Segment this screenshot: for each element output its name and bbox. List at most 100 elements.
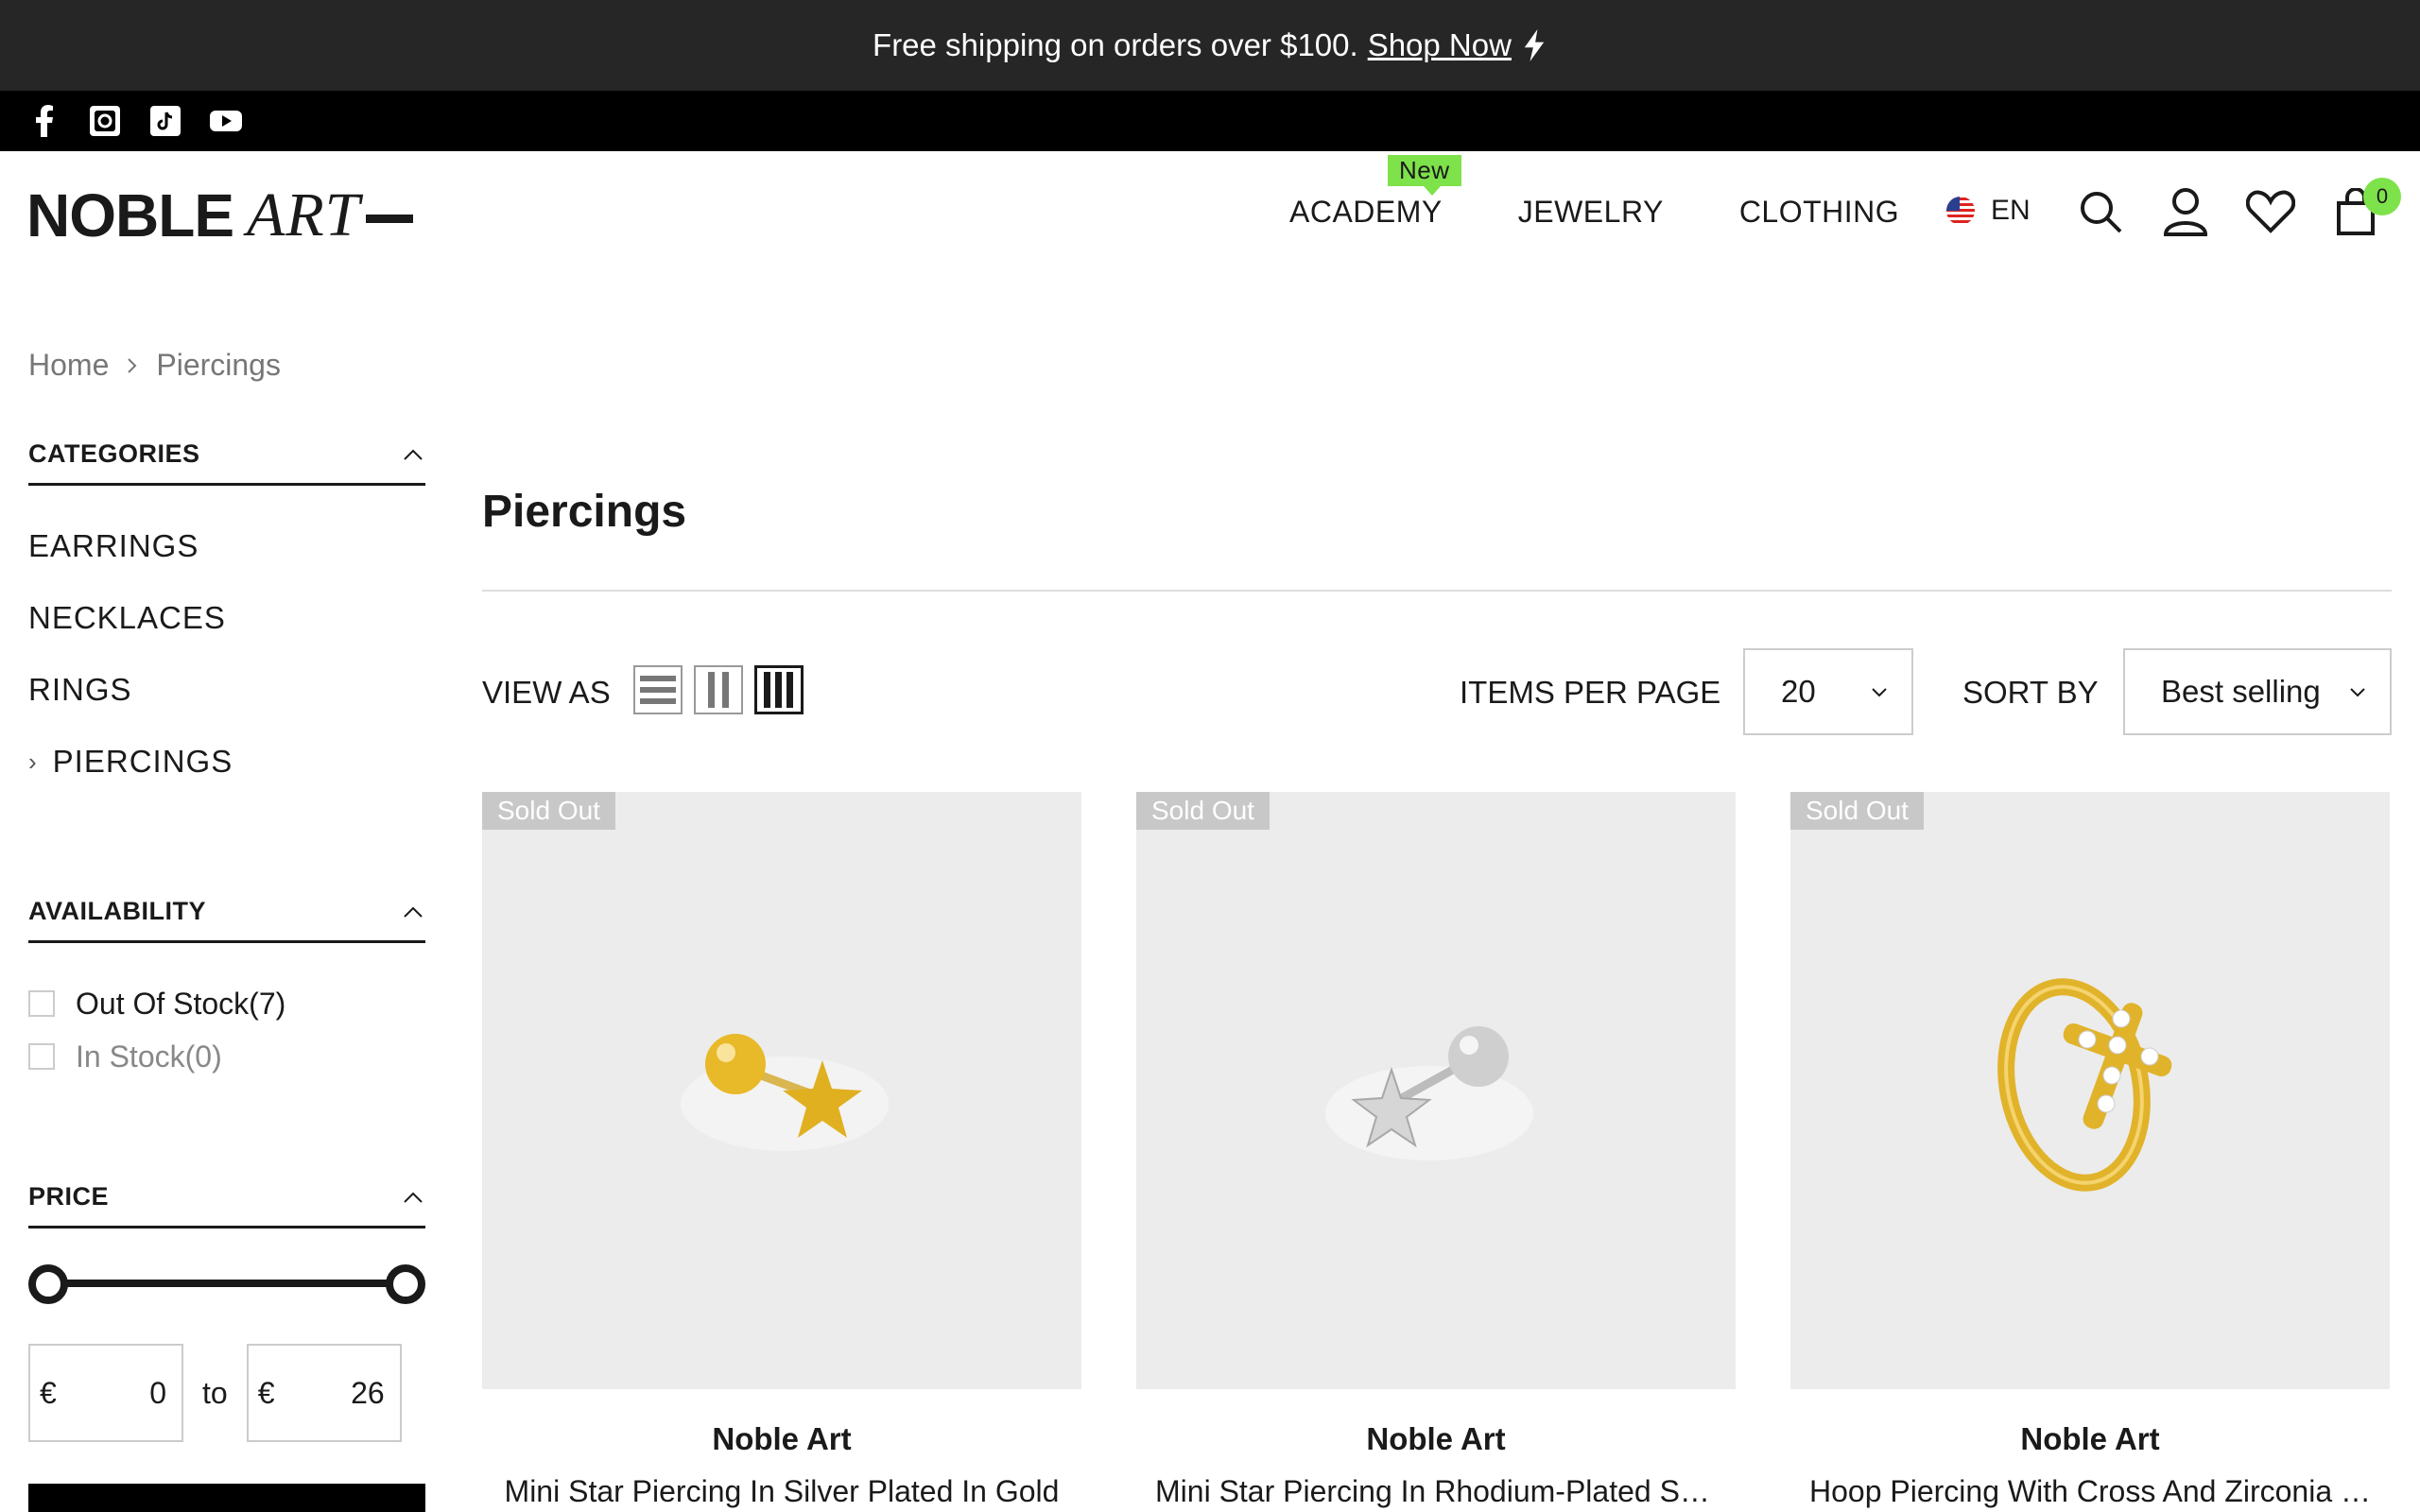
tiktok-icon[interactable]	[149, 105, 182, 137]
nav-clothing-label: CLOTHING	[1738, 195, 1900, 229]
availability-header[interactable]: AVAILABILITY	[28, 883, 425, 943]
slider-min-handle[interactable]	[28, 1264, 68, 1304]
cart-icon[interactable]: 0	[2329, 178, 2401, 238]
grid-2-view-icon[interactable]	[694, 665, 743, 714]
main-nav: New ACADEMY JEWELRY CLOTHING	[1289, 155, 1975, 230]
shop-now-link[interactable]: Shop Now	[1368, 27, 1512, 63]
product-image[interactable]: Sold Out	[1136, 792, 1736, 1389]
availability-options: Out Of Stock(7) In Stock(0)	[28, 943, 425, 1083]
checkbox-label: Out Of Stock(7)	[76, 986, 286, 1021]
category-necklaces[interactable]: NECKLACES	[28, 582, 425, 654]
product-card[interactable]: Sold Out Noble Art Mini Star Piercing In…	[482, 792, 1081, 1509]
gold-star-piercing-image	[681, 1034, 889, 1151]
language-selector[interactable]: EN	[1945, 195, 2031, 227]
in-stock-checkbox[interactable]: In Stock(0)	[28, 1030, 425, 1083]
breadcrumb: Home Piercings	[28, 348, 281, 383]
chevron-up-icon	[404, 1192, 423, 1203]
search-icon[interactable]	[2074, 185, 2127, 238]
price-min-input[interactable]: € 0	[28, 1344, 183, 1442]
product-name[interactable]: Hoop Piercing With Cross And Zirconia In…	[1790, 1474, 2390, 1509]
new-badge: New	[1388, 155, 1461, 196]
collection-toolbar: VIEW AS ITEMS PER PAGE 20 SORT BY Best s…	[482, 648, 2392, 735]
out-of-stock-checkbox[interactable]: Out Of Stock(7)	[28, 977, 425, 1030]
logo-text: NOBLE	[26, 181, 234, 249]
silver-star-piercing-image	[1325, 1026, 1533, 1160]
site-logo[interactable]: NOBLE ART	[26, 180, 414, 251]
price-header[interactable]: PRICE	[28, 1168, 425, 1228]
announcement-text: Free shipping on orders over $100.	[873, 27, 1358, 62]
category-list: EARRINGS NECKLACES RINGS › PIERCINGS	[28, 486, 425, 798]
language-label: EN	[1991, 195, 2031, 226]
chevron-up-icon	[404, 449, 423, 460]
view-switcher	[633, 665, 804, 714]
chevron-down-icon	[2350, 688, 2365, 697]
sort-by-value: Best selling	[2161, 674, 2321, 709]
header-icons: 0	[2074, 178, 2401, 238]
category-label: NECKLACES	[28, 600, 226, 635]
product-brand: Noble Art	[2020, 1421, 2160, 1456]
sort-by-select[interactable]: Best selling	[2123, 648, 2392, 735]
price-max-value: 26	[351, 1375, 385, 1410]
chevron-right-icon: ›	[28, 747, 38, 776]
sort-by-label: SORT BY	[1962, 675, 2099, 710]
site-header: NOBLE ART New ACADEMY JEWELRY CLOTHING E…	[0, 151, 2420, 274]
currency-symbol: €	[257, 1375, 275, 1410]
filter-sidebar: CATEGORIES EARRINGS NECKLACES RINGS › PIE…	[28, 425, 425, 1512]
product-image[interactable]: Sold Out	[1790, 792, 2390, 1389]
nav-academy[interactable]: New ACADEMY	[1289, 155, 1461, 230]
category-piercings[interactable]: › PIERCINGS	[28, 726, 425, 798]
price-title: PRICE	[28, 1182, 110, 1211]
divider	[482, 590, 2392, 592]
items-per-page-select[interactable]: 20	[1743, 648, 1913, 735]
availability-title: AVAILABILITY	[28, 897, 206, 925]
wishlist-heart-icon[interactable]	[2244, 185, 2297, 238]
price-max-input[interactable]: € 26	[246, 1344, 402, 1442]
items-per-page-value: 20	[1781, 674, 1816, 709]
instagram-icon[interactable]	[89, 105, 121, 137]
category-earrings[interactable]: EARRINGS	[28, 510, 425, 582]
category-label: EARRINGS	[28, 528, 199, 563]
chevron-up-icon	[404, 906, 423, 918]
filter-button[interactable]	[28, 1484, 425, 1512]
grid-3-view-icon[interactable]	[754, 665, 804, 714]
product-brand: Noble Art	[1366, 1421, 1506, 1456]
product-name[interactable]: Mini Star Piercing In Rhodium-Plated Sil…	[1136, 1474, 1736, 1509]
breadcrumb-current: Piercings	[156, 348, 281, 382]
nav-jewelry-label: JEWELRY	[1517, 195, 1664, 229]
nav-jewelry[interactable]: JEWELRY	[1518, 195, 1664, 230]
nav-academy-label: ACADEMY	[1289, 195, 1443, 229]
items-per-page-label: ITEMS PER PAGE	[1460, 675, 1721, 710]
product-image[interactable]: Sold Out	[482, 792, 1081, 1389]
product-name[interactable]: Mini Star Piercing In Silver Plated In G…	[482, 1474, 1081, 1509]
slider-max-handle[interactable]	[386, 1264, 425, 1304]
price-range-slider[interactable]	[28, 1264, 425, 1304]
social-bar	[0, 91, 2420, 151]
chevron-down-icon	[1872, 688, 1887, 697]
product-grid: Sold Out Noble Art Mini Star Piercing In…	[482, 792, 2392, 1509]
slider-track	[47, 1280, 406, 1287]
sold-out-badge: Sold Out	[1136, 792, 1270, 830]
nav-clothing[interactable]: CLOTHING	[1739, 195, 1899, 230]
logo-italic-text: ART	[247, 180, 361, 249]
account-icon[interactable]	[2159, 185, 2212, 238]
list-view-icon[interactable]	[633, 665, 683, 714]
category-label: RINGS	[28, 672, 132, 707]
sold-out-badge: Sold Out	[482, 792, 615, 830]
announcement-bar: Free shipping on orders over $100. Shop …	[0, 0, 2420, 91]
price-inputs: € 0 to € 26	[28, 1344, 425, 1442]
product-card[interactable]: Sold Out Noble Art Mini Star Piercing In…	[1136, 792, 1736, 1509]
categories-header[interactable]: CATEGORIES	[28, 425, 425, 486]
product-card[interactable]: Sold Out Noble Art Hoop Piercing With Cr…	[1790, 792, 2390, 1509]
category-rings[interactable]: RINGS	[28, 654, 425, 726]
currency-symbol: €	[40, 1375, 57, 1410]
chevron-right-icon	[128, 357, 137, 373]
categories-title: CATEGORIES	[28, 439, 200, 468]
logo-dash	[366, 214, 414, 223]
checkbox-box[interactable]	[28, 990, 55, 1017]
checkbox-label: In Stock(0)	[76, 1039, 222, 1074]
breadcrumb-home[interactable]: Home	[28, 348, 109, 383]
checkbox-box[interactable]	[28, 1043, 55, 1070]
youtube-icon[interactable]	[210, 105, 242, 137]
facebook-icon[interactable]	[28, 105, 60, 137]
product-brand: Noble Art	[712, 1421, 852, 1456]
